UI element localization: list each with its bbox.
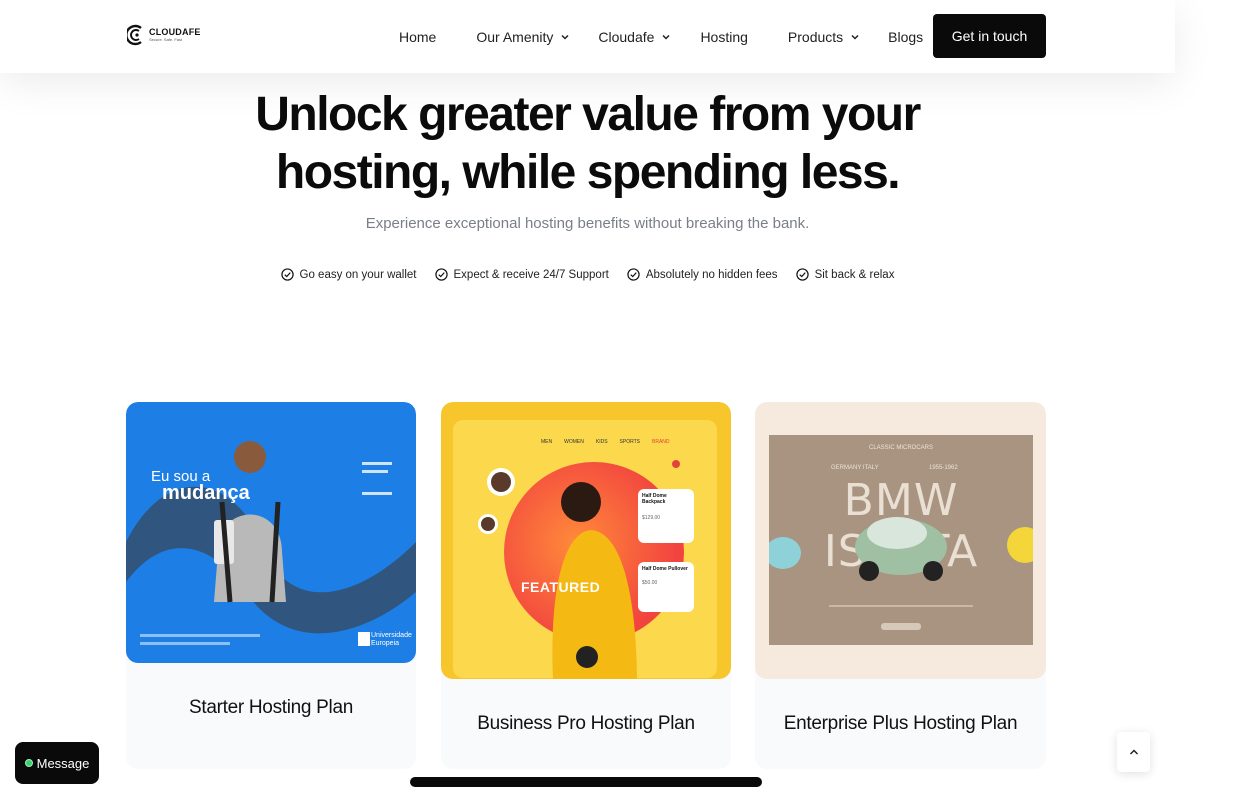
site-header: CLOUDAFE Secure. Safe. Fast Home Our Ame… bbox=[0, 0, 1175, 73]
nav-blogs[interactable]: Blogs bbox=[888, 27, 923, 47]
hero-subtitle: Experience exceptional hosting benefits … bbox=[365, 215, 810, 232]
nav-products-label: Products bbox=[787, 29, 844, 45]
get-in-touch-button[interactable]: Get in touch bbox=[933, 14, 1046, 58]
thumb-brand: Universidade Europeia bbox=[371, 632, 412, 647]
message-chat-button[interactable]: Message bbox=[15, 742, 99, 784]
product-card: Half Dome Backpack $129.00 bbox=[638, 489, 694, 543]
nav-home[interactable]: Home bbox=[399, 27, 436, 47]
check-circle-icon bbox=[795, 268, 809, 281]
feature-label: Sit back & relax bbox=[814, 268, 895, 281]
chevron-down-icon bbox=[561, 34, 569, 40]
plan-thumbnail: Eu sou a mudança Universidade Europeia bbox=[126, 402, 416, 663]
nav-products[interactable]: Products bbox=[788, 27, 859, 47]
scroll-to-top-button[interactable] bbox=[1117, 732, 1150, 772]
cloud-logo-icon bbox=[127, 22, 147, 48]
plan-title: Business Pro Hosting Plan bbox=[477, 713, 695, 734]
logo-tagline: Secure. Safe. Fast bbox=[149, 37, 183, 42]
thumb-panel: CLASSIC MICROCARS GERMANY ITALY 1955-196… bbox=[769, 435, 1033, 645]
check-circle-icon bbox=[434, 268, 448, 281]
plan-title: Enterprise Plus Hosting Plan bbox=[783, 713, 1018, 734]
product-price: $50.00 bbox=[642, 580, 658, 586]
plan-card-enterprise-plus[interactable]: CLASSIC MICROCARS GERMANY ITALY 1955-196… bbox=[755, 402, 1046, 769]
online-status-icon bbox=[24, 759, 33, 767]
plan-card-business-pro[interactable]: MEN WOMEN KIDS SPORTS BRAND FEATURED Hal… bbox=[441, 402, 731, 769]
feature-item: Sit back & relax bbox=[795, 268, 895, 281]
student-illustration-icon bbox=[126, 441, 416, 646]
vintage-car-icon bbox=[769, 517, 1033, 630]
main-nav: Home Our Amenity Cloudafe Hosting Produc… bbox=[399, 27, 923, 47]
chevron-down-icon bbox=[851, 34, 859, 40]
plan-thumbnail: MEN WOMEN KIDS SPORTS BRAND FEATURED Hal… bbox=[441, 402, 731, 679]
logo-name: CLOUDAFE bbox=[149, 27, 201, 37]
nav-hosting-label: Hosting bbox=[700, 29, 748, 45]
nav-our-amenity[interactable]: Our Amenity bbox=[476, 27, 569, 47]
nav-hosting[interactable]: Hosting bbox=[700, 27, 747, 47]
feature-label: Go easy on your wallet bbox=[299, 268, 417, 281]
feature-item: Absolutely no hidden fees bbox=[627, 268, 778, 281]
nav-cloudafe[interactable]: Cloudafe bbox=[598, 27, 670, 47]
home-indicator-bar bbox=[410, 777, 762, 787]
chevron-down-icon bbox=[662, 34, 670, 40]
plan-thumbnail: CLASSIC MICROCARS GERMANY ITALY 1955-196… bbox=[755, 402, 1046, 679]
plan-title: Starter Hosting Plan bbox=[188, 697, 354, 718]
nav-blogs-label: Blogs bbox=[888, 29, 924, 45]
nav-home-label: Home bbox=[399, 29, 437, 45]
check-circle-icon bbox=[280, 268, 294, 281]
hero-title: Unlock greater value from your hosting, … bbox=[0, 86, 1175, 202]
product-name: Half Dome Pullover bbox=[642, 566, 688, 572]
feature-label: Absolutely no hidden fees bbox=[645, 268, 778, 281]
hero-title-line1: Unlock greater value from your bbox=[255, 88, 921, 141]
product-price: $129.00 bbox=[642, 515, 661, 521]
chevron-up-icon bbox=[1129, 749, 1138, 755]
check-circle-icon bbox=[627, 268, 640, 281]
nav-our-amenity-label: Our Amenity bbox=[476, 29, 554, 45]
feature-label: Expect & receive 24/7 Support bbox=[453, 268, 609, 281]
featured-badge: FEATURED bbox=[521, 579, 601, 595]
plan-card-starter[interactable]: Eu sou a mudança Universidade Europeia S… bbox=[126, 402, 416, 769]
feature-item: Expect & receive 24/7 Support bbox=[434, 268, 609, 281]
logo[interactable]: CLOUDAFE Secure. Safe. Fast bbox=[127, 22, 201, 48]
thumb-text-2: mudança bbox=[162, 482, 250, 504]
hero-title-line2: hosting, while spending less. bbox=[275, 146, 901, 199]
product-card: Half Dome Pullover $50.00 bbox=[638, 562, 694, 612]
feature-list: Go easy on your wallet Expect & receive … bbox=[0, 268, 1175, 281]
product-name: Half Dome Backpack bbox=[642, 493, 667, 505]
nav-cloudafe-label: Cloudafe bbox=[598, 29, 655, 45]
feature-item: Go easy on your wallet bbox=[280, 268, 417, 281]
message-label: Message bbox=[36, 755, 90, 771]
